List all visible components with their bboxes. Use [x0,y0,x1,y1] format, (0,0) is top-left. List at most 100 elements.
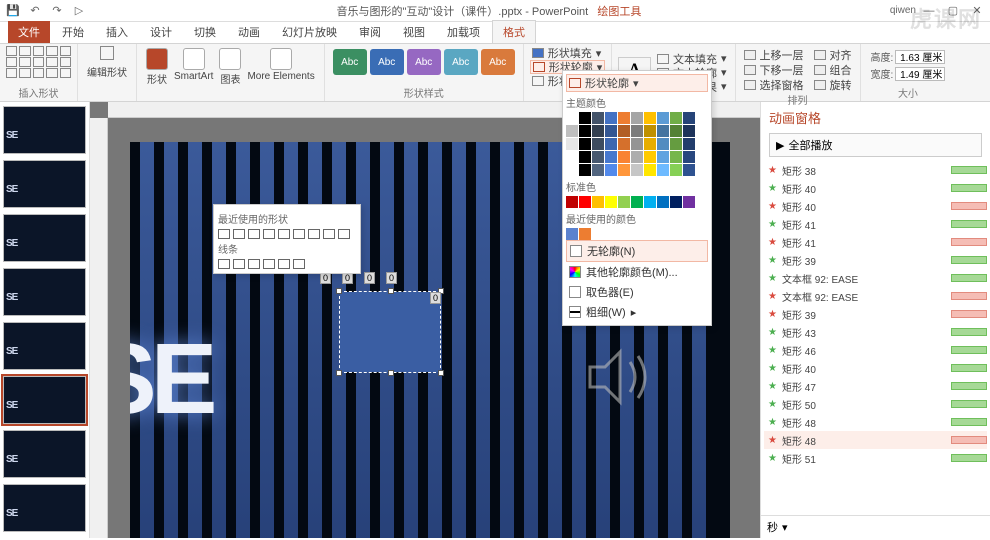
color-swatch[interactable] [592,125,604,137]
color-swatch[interactable] [605,196,617,208]
shape-option[interactable] [218,259,230,269]
color-swatch[interactable] [657,151,669,163]
audio-icon[interactable] [580,342,660,412]
align-button[interactable]: 对齐 [812,48,854,62]
color-swatch[interactable] [683,112,695,124]
color-swatch[interactable] [579,151,591,163]
animation-item[interactable]: ★矩形 39 [764,251,987,269]
color-swatch[interactable] [592,196,604,208]
shape-option[interactable] [278,259,290,269]
color-swatch[interactable] [579,196,591,208]
color-swatch[interactable] [670,196,682,208]
slide-thumbnails[interactable]: SE SE SE SE SE SE SE SE [0,102,90,538]
color-swatch[interactable] [631,125,643,137]
color-swatch[interactable] [566,164,578,176]
height-input[interactable] [895,50,945,64]
animation-item[interactable]: ★矩形 47 [764,377,987,395]
animation-item[interactable]: ★矩形 41 [764,233,987,251]
color-swatch[interactable] [683,125,695,137]
eyedropper-item[interactable]: 取色器(E) [566,282,708,302]
style-thumb[interactable]: Abc [407,49,441,75]
animation-item[interactable]: ★矩形 40 [764,197,987,215]
shape-option[interactable] [308,229,320,239]
animation-item[interactable]: ★矩形 43 [764,323,987,341]
animation-list[interactable]: ★矩形 38★矩形 40★矩形 40★矩形 41★矩形 41★矩形 39★文本框… [761,161,990,515]
timeline-bar[interactable] [951,292,987,300]
undo-icon[interactable]: ↶ [26,2,44,20]
tab-design[interactable]: 设计 [140,21,182,43]
color-swatch[interactable] [631,112,643,124]
timeline-bar[interactable] [951,364,987,372]
color-swatch[interactable] [605,125,617,137]
tab-addins[interactable]: 加载项 [437,21,490,43]
tab-review[interactable]: 审阅 [349,21,391,43]
color-swatch[interactable] [566,112,578,124]
shape-style-gallery[interactable]: Abc Abc Abc Abc Abc [331,46,517,75]
shape-option[interactable] [338,229,350,239]
user-label[interactable]: qiwen [890,5,916,16]
color-swatch[interactable] [657,112,669,124]
more-colors-item[interactable]: 其他轮廓颜色(M)... [566,262,708,282]
tab-format[interactable]: 格式 [492,20,536,43]
color-swatch[interactable] [657,125,669,137]
animation-item[interactable]: ★矩形 39 [764,305,987,323]
animation-item[interactable]: ★矩形 41 [764,215,987,233]
color-swatch[interactable] [683,138,695,150]
minimize-icon[interactable]: — [920,2,938,20]
color-swatch[interactable] [605,164,617,176]
lines-grid[interactable] [218,259,356,269]
color-swatch[interactable] [579,112,591,124]
timeline-bar[interactable] [951,166,987,174]
shape-option[interactable] [293,259,305,269]
shape-option[interactable] [263,229,275,239]
color-swatch[interactable] [644,196,656,208]
color-swatch[interactable] [683,164,695,176]
color-swatch[interactable] [566,125,578,137]
color-swatch[interactable] [579,164,591,176]
color-swatch[interactable] [670,138,682,150]
shape-option[interactable] [218,229,230,239]
bring-forward-button[interactable]: 上移一层 [742,48,806,62]
redo-icon[interactable]: ↷ [48,2,66,20]
timeline-bar[interactable] [951,400,987,408]
animation-item[interactable]: ★矩形 48 [764,413,987,431]
animation-item[interactable]: ★文本框 92: EASE [764,269,987,287]
color-swatch[interactable] [644,164,656,176]
style-thumb[interactable]: Abc [481,49,515,75]
color-swatch[interactable] [592,138,604,150]
slide-thumb[interactable]: SE [3,106,86,154]
color-swatch[interactable] [670,112,682,124]
tab-slideshow[interactable]: 幻灯片放映 [272,21,347,43]
shape-fill-button[interactable]: 形状填充 ▾ [530,46,606,60]
selected-shape[interactable] [340,292,440,372]
color-swatch[interactable] [618,164,630,176]
tab-file[interactable]: 文件 [8,21,50,43]
color-swatch[interactable] [683,196,695,208]
tab-home[interactable]: 开始 [52,21,94,43]
slide-thumb[interactable]: SE [3,430,86,478]
animation-item[interactable]: ★文本框 92: EASE [764,287,987,305]
timeline-bar[interactable] [951,382,987,390]
timeline-bar[interactable] [951,328,987,336]
color-swatch[interactable] [592,228,604,240]
tab-view[interactable]: 视图 [393,21,435,43]
save-icon[interactable]: 💾 [4,2,22,20]
shapes-dropdown-button[interactable]: 形状 [143,46,171,88]
color-swatch[interactable] [644,112,656,124]
color-swatch[interactable] [605,112,617,124]
slide-thumb[interactable]: SE [3,322,86,370]
color-swatch[interactable] [592,112,604,124]
timeline-bar[interactable] [951,184,987,192]
timeline-bar[interactable] [951,310,987,318]
timeline-bar[interactable] [951,418,987,426]
color-swatch[interactable] [618,125,630,137]
color-swatch[interactable] [670,125,682,137]
color-swatch[interactable] [566,151,578,163]
animation-item[interactable]: ★矩形 48 [764,431,987,449]
color-swatch[interactable] [631,151,643,163]
color-swatch[interactable] [579,138,591,150]
color-swatch[interactable] [579,228,591,240]
color-swatch[interactable] [566,228,578,240]
tab-insert[interactable]: 插入 [96,21,138,43]
close-icon[interactable]: ✕ [968,2,986,20]
